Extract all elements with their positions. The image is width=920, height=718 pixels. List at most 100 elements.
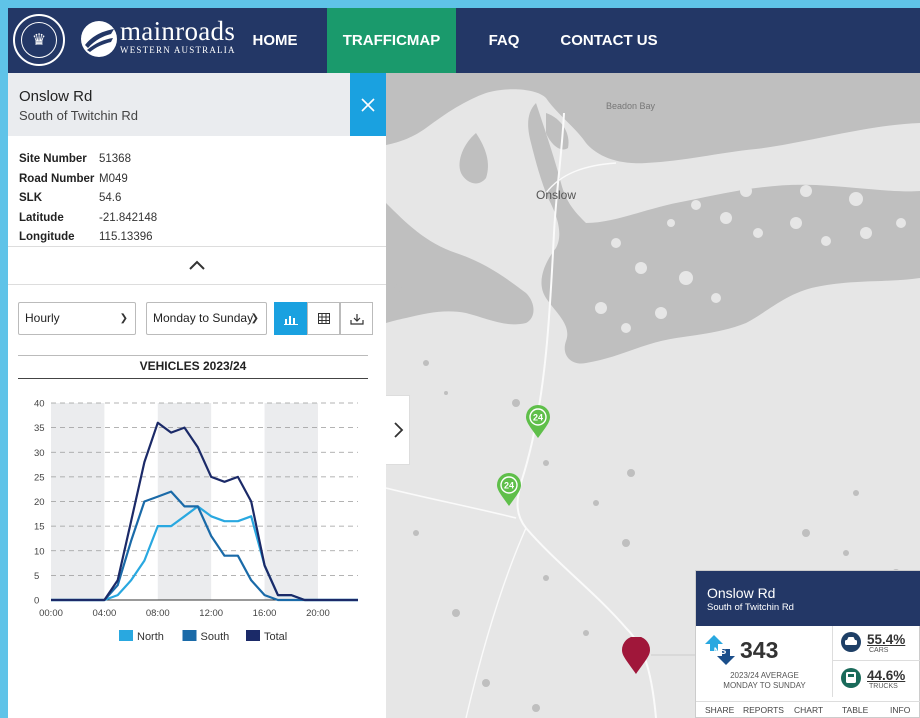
- card-title: Onslow Rd: [707, 585, 776, 601]
- truck-icon: [841, 668, 861, 688]
- x-tick-label: 16:00: [253, 608, 277, 619]
- line-chart: 0 5 10 15 20 25 30 35 40 00:00 04:00 08:00 12:00 16:0…: [34, 399, 358, 643]
- days-select[interactable]: Monday to Sunday ❯: [146, 302, 267, 335]
- volume-block: NS 343 2023/24 AVERAGE MONDAY TO SUNDAY: [696, 626, 833, 697]
- card-subtitle: South of Twitchin Rd: [707, 602, 794, 613]
- info-value: 54.6: [99, 192, 122, 204]
- info-value: 115.13396: [99, 231, 153, 243]
- info-key: Road Number: [19, 172, 95, 185]
- x-tick-label: 00:00: [39, 608, 63, 619]
- x-tick-label: 04:00: [93, 608, 117, 619]
- info-value: -21.842148: [99, 211, 158, 224]
- marker-label: 24: [504, 481, 514, 491]
- legend-label: South: [201, 631, 230, 643]
- y-tick-label: 30: [34, 448, 45, 459]
- info-row-site-number: Site Number 51368: [19, 153, 157, 173]
- nav-contact-us[interactable]: CONTACT US: [553, 8, 665, 73]
- trucks-stat: 44.6% TRUCKS: [833, 662, 920, 697]
- legend-label: Total: [264, 631, 287, 643]
- divider: [8, 246, 386, 247]
- expand-panel-button[interactable]: [386, 395, 410, 465]
- x-tick-label: 12:00: [199, 608, 223, 619]
- info-row-slk: SLK 54.6: [19, 192, 157, 212]
- info-row-longitude: Longitude 115.13396: [19, 231, 157, 251]
- days-select-value: Monday to Sunday: [153, 311, 254, 325]
- mainroads-logo-icon[interactable]: [81, 21, 117, 57]
- app-frame: ♛ mainroads WESTERN AUSTRALIA HOME TRAFF…: [8, 8, 920, 718]
- direction-north-south-icon: NS: [705, 635, 735, 665]
- close-icon: [361, 98, 375, 112]
- y-tick-label: 15: [34, 522, 45, 533]
- legend-label: North: [137, 631, 164, 643]
- nav-home[interactable]: HOME: [240, 8, 310, 73]
- info-row-latitude: Latitude -21.842148: [19, 212, 157, 232]
- y-tick-label: 40: [34, 399, 45, 410]
- chevron-right-icon: [393, 422, 403, 438]
- download-button[interactable]: [340, 302, 373, 335]
- direction-badge: NS: [714, 646, 727, 656]
- info-value: 51368: [99, 153, 131, 165]
- period-select[interactable]: Hourly ❯: [18, 302, 136, 335]
- logo-wordmark: mainroads: [120, 16, 236, 46]
- marker-label: 24: [533, 413, 543, 423]
- selected-site-marker[interactable]: [621, 636, 651, 680]
- x-tick-label: 08:00: [146, 608, 170, 619]
- trucks-percentage[interactable]: 44.6%: [867, 668, 905, 683]
- trucks-label: TRUCKS: [869, 683, 898, 690]
- average-label-line1: 2023/24 AVERAGE: [730, 671, 799, 680]
- car-icon: [841, 632, 861, 652]
- government-seal-logo: ♛: [13, 14, 65, 66]
- mainroads-logo-text[interactable]: mainroads WESTERN AUSTRALIA: [120, 17, 236, 55]
- y-tick-label: 20: [34, 497, 45, 508]
- top-navigation-bar: ♛ mainroads WESTERN AUSTRALIA HOME TRAFF…: [8, 8, 920, 73]
- chart-view-button[interactable]: [274, 302, 307, 335]
- info-key: Site Number: [19, 153, 87, 165]
- road-location: South of Twitchin Rd: [19, 108, 138, 123]
- shaded-band: [264, 403, 318, 600]
- road-name: Onslow Rd: [19, 88, 93, 105]
- cars-stat: 55.4% CARS: [833, 626, 920, 661]
- count-site-marker[interactable]: 24: [496, 473, 522, 512]
- info-value: M049: [99, 172, 128, 185]
- card-header: Onslow Rd South of Twitchin Rd: [696, 571, 920, 626]
- bay-label: Beadon Bay: [606, 101, 656, 111]
- info-key: Longitude: [19, 231, 75, 243]
- legend-swatch: [182, 630, 197, 641]
- close-panel-button[interactable]: [350, 73, 386, 136]
- table-view-button[interactable]: [307, 302, 340, 335]
- count-site-marker[interactable]: 24: [525, 405, 551, 444]
- bar-chart-icon: [283, 315, 298, 325]
- y-tick-label: 25: [34, 472, 45, 483]
- nav-faq[interactable]: FAQ: [484, 8, 524, 73]
- site-summary-card: Onslow Rd South of Twitchin Rd NS 343 20…: [695, 570, 920, 718]
- crest-icon: ♛: [21, 22, 57, 58]
- vehicles-chart: VEHICLES 2023/24 0 5 10 15 20 25 30 35 40 00:00 04…: [18, 355, 368, 655]
- x-tick-label: 20:00: [306, 608, 330, 619]
- nav-trafficmap[interactable]: TRAFFICMAP: [327, 8, 456, 73]
- legend-swatch: [246, 630, 260, 641]
- period-select-value: Hourly: [25, 311, 60, 325]
- average-label-line2: MONDAY TO SUNDAY: [723, 681, 806, 690]
- info-key: SLK: [19, 192, 42, 204]
- tab-chart[interactable]: CHART: [794, 705, 823, 715]
- panel-header: Onslow Rd South of Twitchin Rd: [8, 73, 386, 136]
- average-label: 2023/24 AVERAGE MONDAY TO SUNDAY: [696, 671, 833, 691]
- cars-percentage[interactable]: 55.4%: [867, 632, 905, 647]
- tab-table[interactable]: TABLE: [842, 705, 868, 715]
- divider: [8, 284, 386, 285]
- town-label: Onslow: [536, 188, 577, 202]
- card-tabs: SHARE REPORTS CHART TABLE INFO: [696, 701, 920, 718]
- info-row-road-number: Road Number M049: [19, 173, 157, 193]
- tab-info[interactable]: INFO: [890, 705, 910, 715]
- table-icon: [317, 313, 330, 324]
- average-volume: 343: [740, 637, 779, 663]
- tab-share[interactable]: SHARE: [705, 705, 734, 715]
- logo-subtitle: WESTERN AUSTRALIA: [120, 45, 236, 55]
- tab-reports[interactable]: REPORTS: [743, 705, 784, 715]
- legend-swatch: [119, 630, 133, 641]
- info-key: Latitude: [19, 211, 64, 224]
- chevron-down-icon: ❯: [250, 313, 259, 324]
- y-tick-label: 10: [34, 546, 45, 557]
- collapse-info-button[interactable]: [182, 254, 212, 276]
- site-info-table: Site Number 51368 Road Number M049 SLK 5…: [19, 153, 157, 251]
